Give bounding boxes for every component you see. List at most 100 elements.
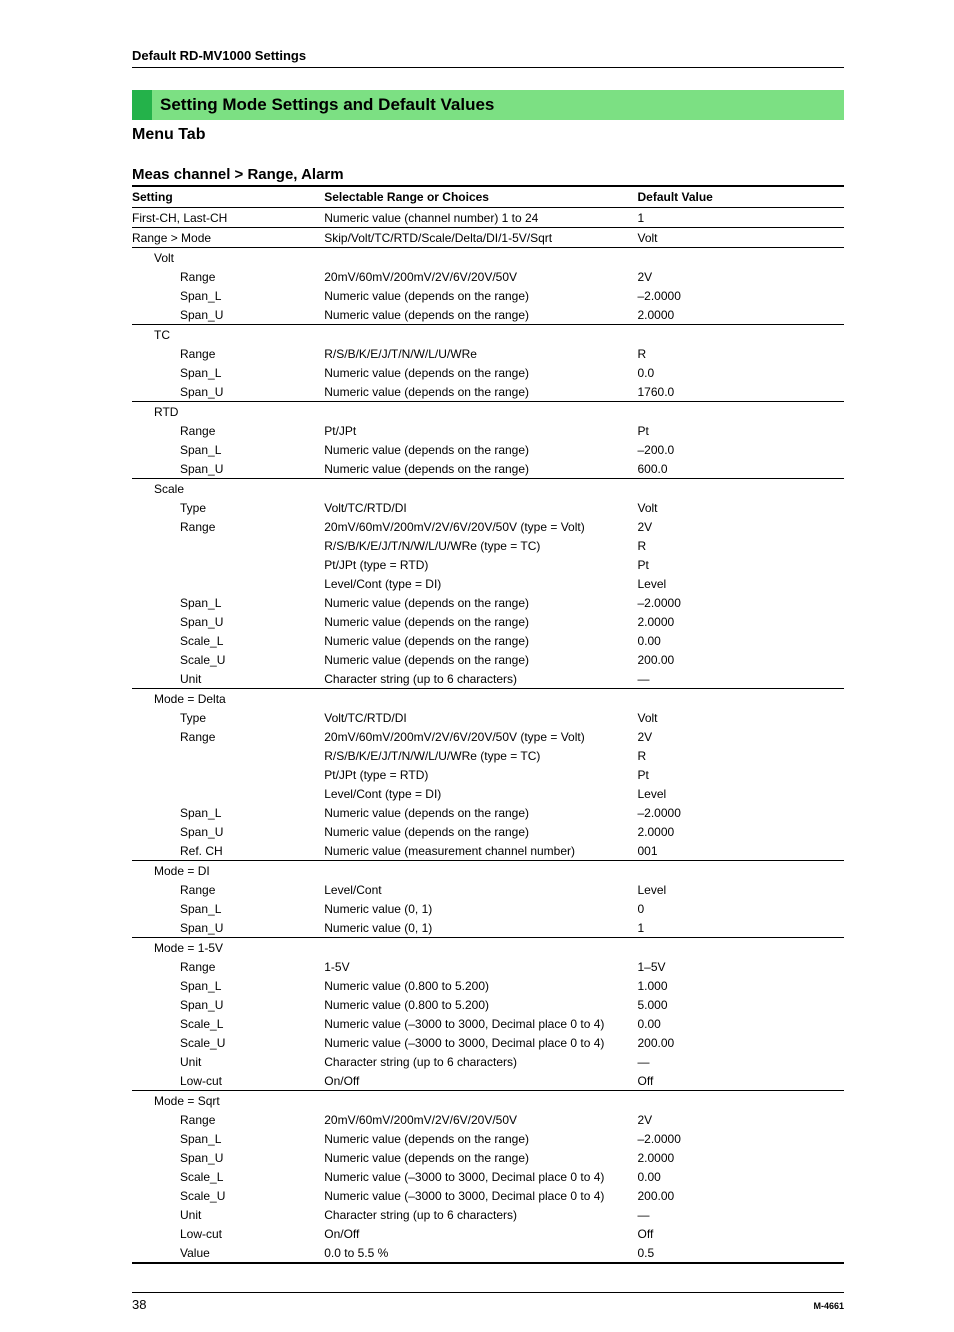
col-header-setting: Setting xyxy=(132,186,324,208)
table-row: Scale_LNumeric value (–3000 to 3000, Dec… xyxy=(132,1167,844,1186)
cell-setting: TC xyxy=(132,325,324,345)
cell-range: Pt/JPt (type = RTD) xyxy=(324,555,637,574)
table-row: Span_UNumeric value (depends on the rang… xyxy=(132,822,844,841)
cell-default xyxy=(638,479,845,499)
cell-default: Level xyxy=(638,784,845,803)
cell-range: Numeric value (0, 1) xyxy=(324,899,637,918)
cell-default: 0.00 xyxy=(638,1014,845,1033)
cell-range: Numeric value (depends on the range) xyxy=(324,822,637,841)
table-row: Span_LNumeric value (depends on the rang… xyxy=(132,286,844,305)
table-row: Span_UNumeric value (0.800 to 5.200)5.00… xyxy=(132,995,844,1014)
cell-setting: Ref. CH xyxy=(132,841,324,861)
cell-default: Pt xyxy=(638,765,845,784)
table-row: RangeR/S/B/K/E/J/T/N/W/L/U/WReR xyxy=(132,344,844,363)
cell-setting: Span_U xyxy=(132,305,324,325)
cell-range: 20mV/60mV/200mV/2V/6V/20V/50V xyxy=(324,267,637,286)
table-row: Scale xyxy=(132,479,844,499)
cell-setting: Span_U xyxy=(132,918,324,938)
cell-default: 200.00 xyxy=(638,1033,845,1052)
table-row: Span_LNumeric value (0.800 to 5.200)1.00… xyxy=(132,976,844,995)
cell-range: Numeric value (depends on the range) xyxy=(324,459,637,479)
cell-default xyxy=(638,861,845,881)
cell-default: 0.00 xyxy=(638,1167,845,1186)
cell-range xyxy=(324,325,637,345)
cell-default: Level xyxy=(638,880,845,899)
cell-setting: Value xyxy=(132,1243,324,1263)
cell-range: Numeric value (depends on the range) xyxy=(324,593,637,612)
cell-range: Numeric value (depends on the range) xyxy=(324,1148,637,1167)
table-row: Scale_UNumeric value (depends on the ran… xyxy=(132,650,844,669)
cell-setting: Low-cut xyxy=(132,1071,324,1091)
cell-default: 1.000 xyxy=(638,976,845,995)
table-row: Scale_UNumeric value (–3000 to 3000, Dec… xyxy=(132,1033,844,1052)
table-row: Span_UNumeric value (depends on the rang… xyxy=(132,1148,844,1167)
table-row: Span_UNumeric value (depends on the rang… xyxy=(132,612,844,631)
cell-range: Level/Cont (type = DI) xyxy=(324,574,637,593)
cell-default: Volt xyxy=(638,498,845,517)
table-row: Span_LNumeric value (depends on the rang… xyxy=(132,593,844,612)
table-row: Span_LNumeric value (depends on the rang… xyxy=(132,363,844,382)
cell-range xyxy=(324,689,637,709)
cell-default: — xyxy=(638,1205,845,1224)
table-row: Span_LNumeric value (depends on the rang… xyxy=(132,1129,844,1148)
cell-default: 2V xyxy=(638,1110,845,1129)
cell-range: Numeric value (–3000 to 3000, Decimal pl… xyxy=(324,1033,637,1052)
table-row: Range20mV/60mV/200mV/2V/6V/20V/50V2V xyxy=(132,267,844,286)
cell-range xyxy=(324,402,637,422)
table-row: RangePt/JPtPt xyxy=(132,421,844,440)
cell-range: R/S/B/K/E/J/T/N/W/L/U/WRe (type = TC) xyxy=(324,536,637,555)
cell-default: 2V xyxy=(638,517,845,536)
table-row: UnitCharacter string (up to 6 characters… xyxy=(132,1052,844,1071)
cell-default: 200.00 xyxy=(638,650,845,669)
cell-setting: Scale xyxy=(132,479,324,499)
cell-setting: Scale_U xyxy=(132,1033,324,1052)
cell-default: 0 xyxy=(638,899,845,918)
table-row: Range1-5V1–5V xyxy=(132,957,844,976)
section-bar: Setting Mode Settings and Default Values xyxy=(132,90,844,120)
cell-range: Numeric value (depends on the range) xyxy=(324,305,637,325)
cell-range xyxy=(324,479,637,499)
cell-default: 1 xyxy=(638,918,845,938)
table-row: Range > ModeSkip/Volt/TC/RTD/Scale/Delta… xyxy=(132,228,844,248)
menu-tab-heading: Menu Tab xyxy=(132,126,844,144)
table-row: Ref. CHNumeric value (measurement channe… xyxy=(132,841,844,861)
settings-table: Setting Selectable Range or Choices Defa… xyxy=(132,185,844,1264)
cell-range: Character string (up to 6 characters) xyxy=(324,1052,637,1071)
table-row: Scale_UNumeric value (–3000 to 3000, Dec… xyxy=(132,1186,844,1205)
table-row: Range20mV/60mV/200mV/2V/6V/20V/50V (type… xyxy=(132,727,844,746)
cell-default: 2.0000 xyxy=(638,612,845,631)
cell-setting: Range xyxy=(132,517,324,536)
table-row: Span_UNumeric value (depends on the rang… xyxy=(132,382,844,402)
table-row: RTD xyxy=(132,402,844,422)
cell-default xyxy=(638,938,845,958)
cell-default xyxy=(638,689,845,709)
cell-default: — xyxy=(638,1052,845,1071)
cell-range xyxy=(324,248,637,268)
table-row: Span_UNumeric value (depends on the rang… xyxy=(132,305,844,325)
table-row: R/S/B/K/E/J/T/N/W/L/U/WRe (type = TC)R xyxy=(132,536,844,555)
cell-setting: First-CH, Last-CH xyxy=(132,208,324,228)
table-row: Range20mV/60mV/200mV/2V/6V/20V/50V (type… xyxy=(132,517,844,536)
table-row: First-CH, Last-CHNumeric value (channel … xyxy=(132,208,844,228)
cell-setting: Low-cut xyxy=(132,1224,324,1243)
table-row: Low-cutOn/OffOff xyxy=(132,1224,844,1243)
cell-setting xyxy=(132,536,324,555)
cell-default: 0.5 xyxy=(638,1243,845,1263)
cell-setting: Span_L xyxy=(132,440,324,459)
cell-default: 2.0000 xyxy=(638,822,845,841)
cell-setting: Scale_L xyxy=(132,631,324,650)
cell-range: Numeric value (depends on the range) xyxy=(324,363,637,382)
cell-range: 20mV/60mV/200mV/2V/6V/20V/50V xyxy=(324,1110,637,1129)
cell-default xyxy=(638,325,845,345)
cell-setting: Unit xyxy=(132,1205,324,1224)
cell-range: 20mV/60mV/200mV/2V/6V/20V/50V (type = Vo… xyxy=(324,727,637,746)
cell-default: R xyxy=(638,536,845,555)
table-row: Pt/JPt (type = RTD)Pt xyxy=(132,765,844,784)
cell-default: R xyxy=(638,746,845,765)
cell-range: R/S/B/K/E/J/T/N/W/L/U/WRe xyxy=(324,344,637,363)
table-row: Span_UNumeric value (0, 1)1 xyxy=(132,918,844,938)
cell-range: Numeric value (depends on the range) xyxy=(324,612,637,631)
cell-setting: Range xyxy=(132,727,324,746)
table-row: Mode = Delta xyxy=(132,689,844,709)
cell-range: Numeric value (–3000 to 3000, Decimal pl… xyxy=(324,1186,637,1205)
